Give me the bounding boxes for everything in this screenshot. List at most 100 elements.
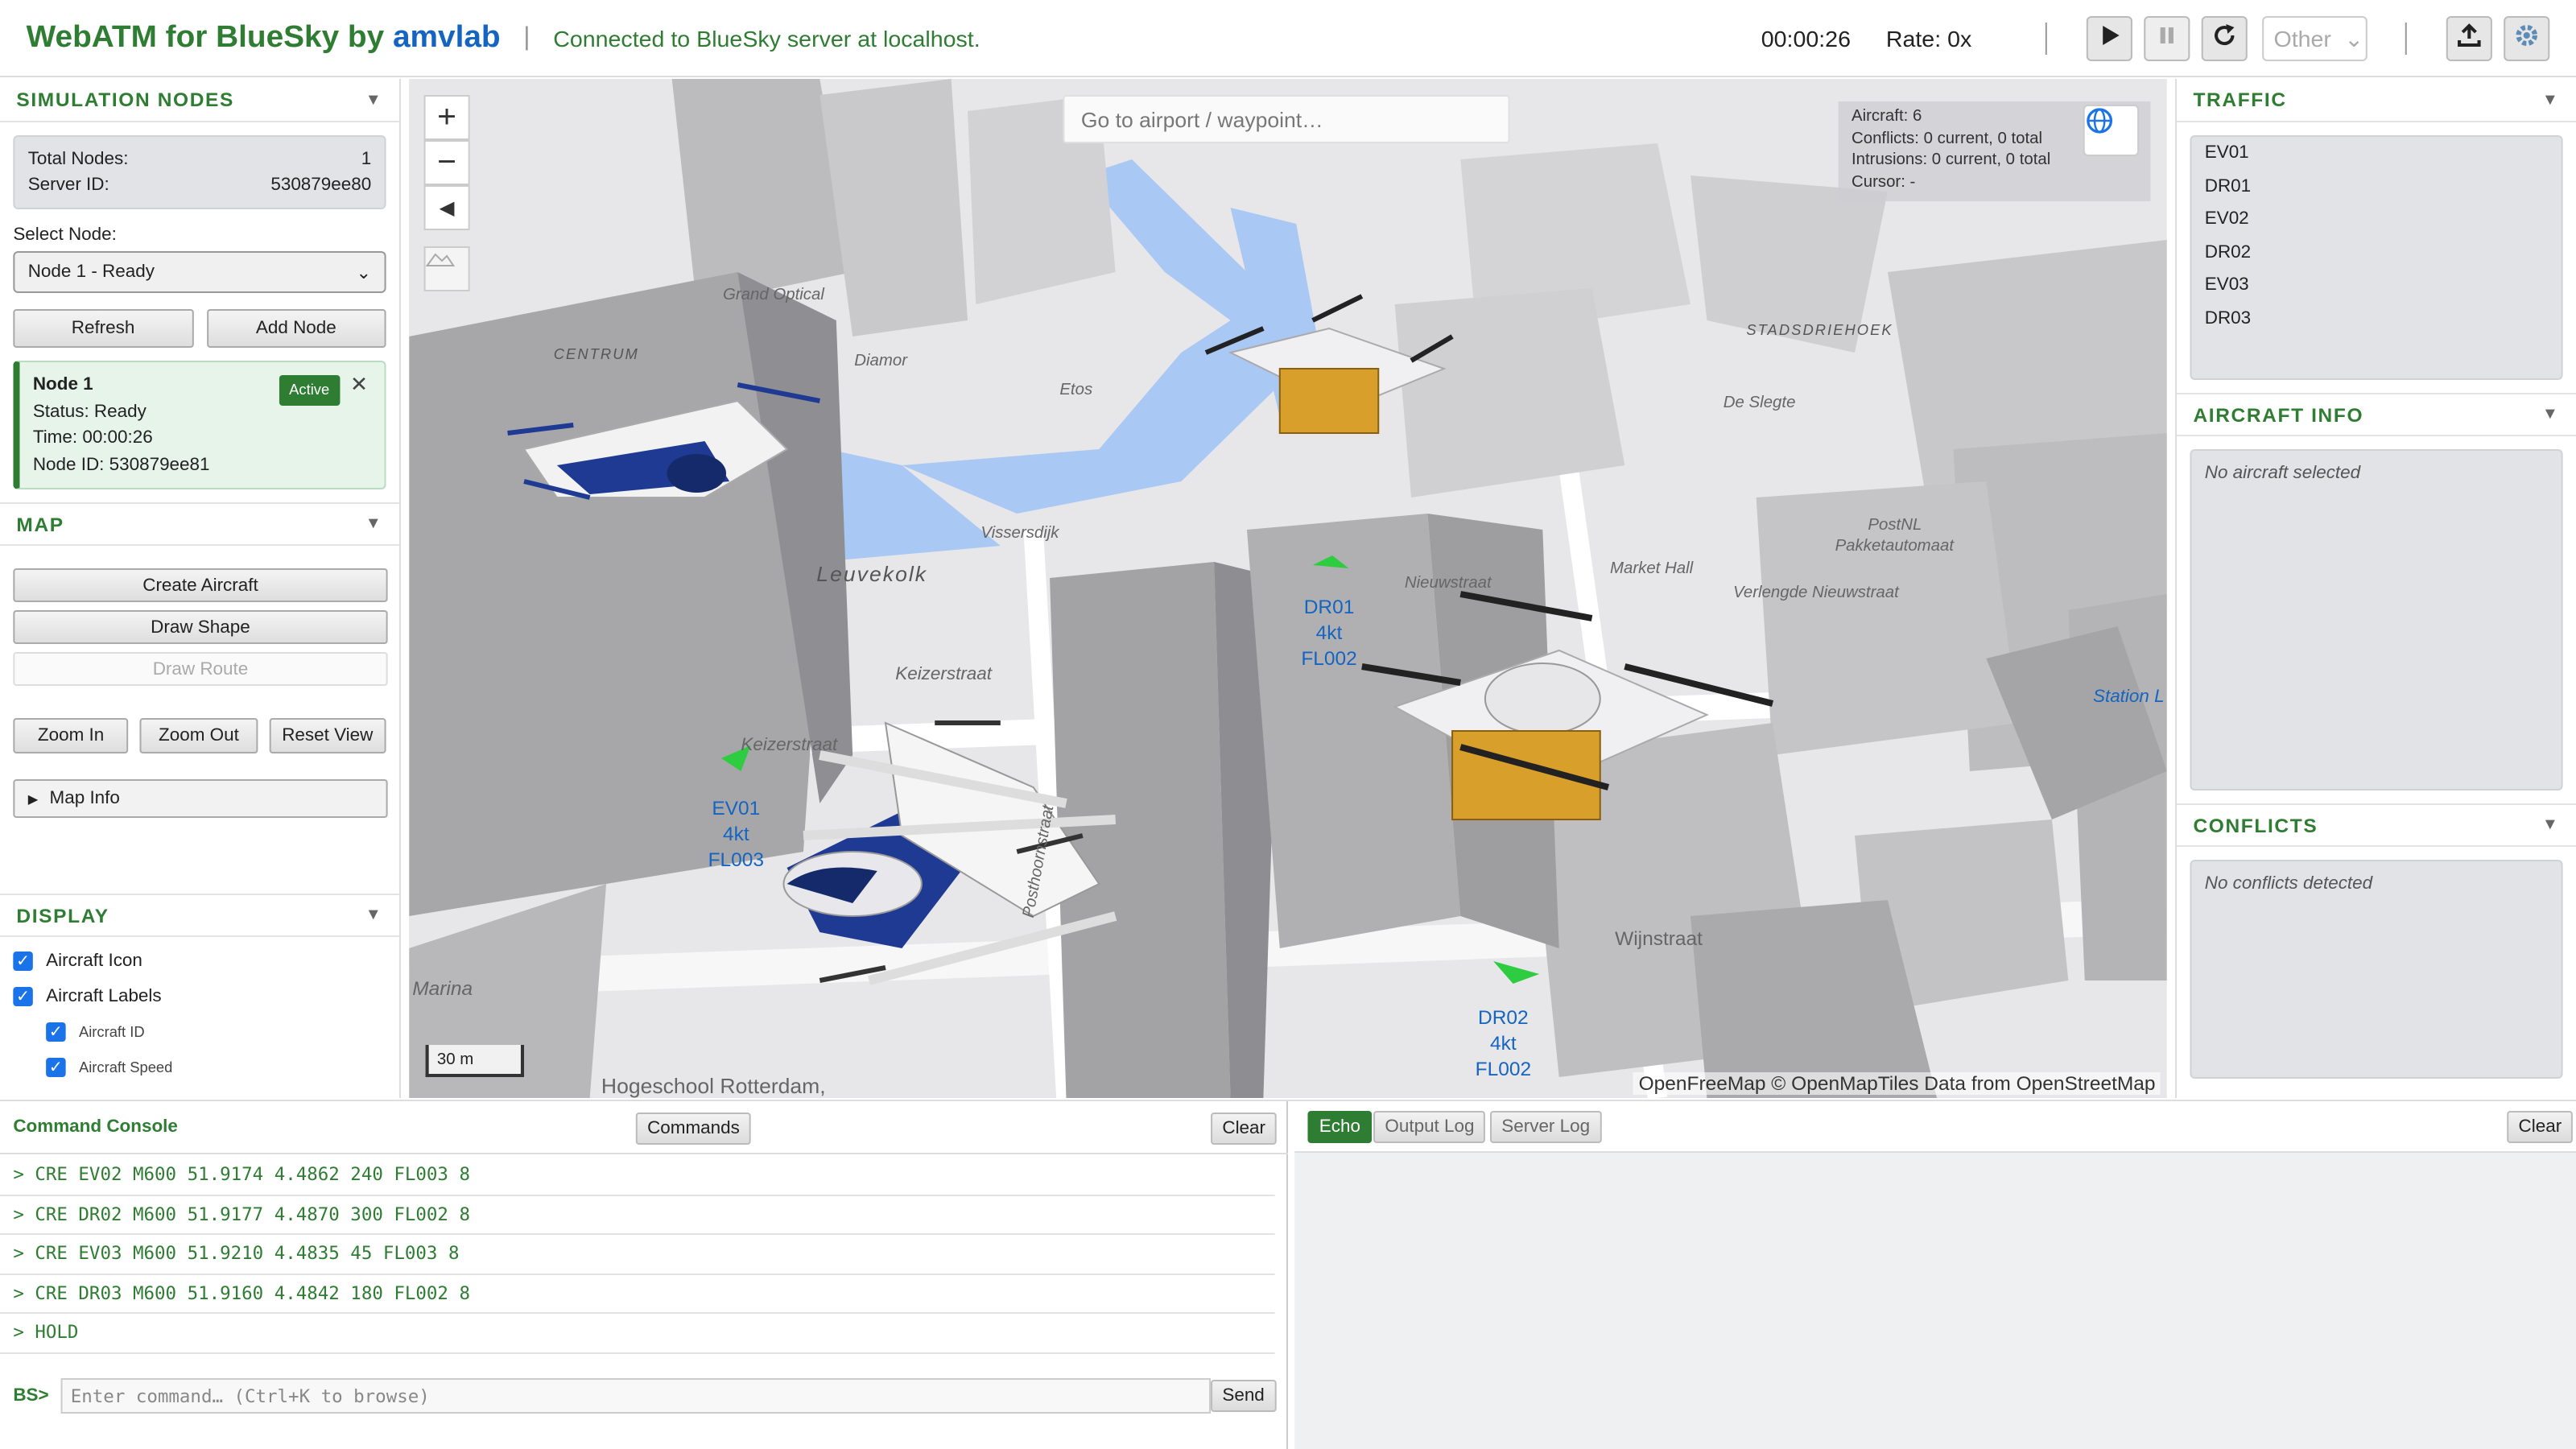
collapse-icon: ▼ (365, 91, 383, 109)
pause-button[interactable] (2144, 16, 2190, 61)
reset-view-button[interactable]: Reset View (269, 718, 386, 753)
checkbox-icon: ✓ (46, 1022, 66, 1042)
aircraft-speed-toggle[interactable]: ✓ Aircraft Speed (13, 1050, 386, 1085)
aircraft-icon-toggle[interactable]: ✓ Aircraft Icon (13, 943, 386, 979)
console-line: > CRE EV02 M600 51.9174 4.4862 240 FL003… (0, 1156, 1275, 1195)
map-info-toggle[interactable]: ▶ Map Info (13, 779, 388, 818)
brand-highlight: amvlab (392, 20, 501, 54)
conflicts-empty: No conflicts detected (2204, 874, 2373, 894)
header-divider (2045, 23, 2047, 55)
traffic-item[interactable]: DR01 (2191, 170, 2561, 203)
place-label: De Slegte (1723, 394, 1796, 412)
section-header-simulation-nodes[interactable]: SIMULATION NODES ▼ (0, 79, 399, 122)
node-select[interactable]: Node 1 - Ready ⌄ (13, 251, 386, 293)
compass-button[interactable]: ◀ (423, 185, 470, 230)
collapse-icon: ▼ (2541, 406, 2560, 423)
place-label: Market Hall (1609, 560, 1694, 578)
sim-rate: Rate: 0x (1885, 26, 1972, 52)
section-header-map[interactable]: MAP ▼ (0, 502, 399, 546)
tab-server-log[interactable]: Server Log (1490, 1111, 1602, 1143)
map-canvas (409, 79, 2167, 1098)
compass-icon: ◀ (439, 196, 455, 219)
zoom-out-button[interactable]: Zoom Out (140, 718, 258, 753)
play-button[interactable] (2086, 16, 2132, 61)
place-label: Grand Optical (722, 287, 824, 304)
waypoint-search-input[interactable]: Go to airport / waypoint… (1063, 95, 1510, 143)
send-button[interactable]: Send (1211, 1380, 1277, 1412)
aircraft-labels-toggle[interactable]: ✓ Aircraft Labels (13, 979, 386, 1014)
commands-button[interactable]: Commands (635, 1113, 752, 1145)
draw-route-button[interactable]: Draw Route (13, 652, 388, 686)
aircraft-label-ev01[interactable]: EV01 4kt FL003 (708, 795, 764, 873)
console-clear-button[interactable]: Clear (1211, 1113, 1278, 1145)
collapse-icon: ▼ (2541, 816, 2560, 834)
create-aircraft-button[interactable]: Create Aircraft (13, 568, 388, 602)
traffic-item[interactable]: DR02 (2191, 236, 2561, 269)
console-title: Command Console (13, 1117, 178, 1137)
traffic-item[interactable]: EV01 (2191, 137, 2561, 170)
plus-icon: + (437, 99, 457, 134)
upload-icon (2456, 22, 2483, 56)
chevron-down-icon: ⌄ (356, 263, 372, 283)
app-title: WebATM for BlueSky by amvlab (26, 20, 501, 54)
place-label: Nieuwstraat (1404, 575, 1492, 592)
traffic-item[interactable]: EV02 (2191, 203, 2561, 236)
close-icon[interactable]: ✕ (350, 372, 368, 398)
place-label: PostNL (1868, 517, 1922, 535)
aircraft-label-dr01[interactable]: DR01 4kt FL002 (1301, 594, 1356, 671)
place-label: Leuvekolk (816, 562, 928, 586)
checkbox-icon: ✓ (46, 1058, 66, 1077)
refresh-icon (2211, 22, 2238, 56)
add-node-button[interactable]: Add Node (206, 309, 386, 348)
section-header-conflicts[interactable]: CONFLICTS ▼ (2177, 803, 2576, 847)
other-select[interactable]: Other ⌄ (2262, 16, 2368, 61)
tab-output-log[interactable]: Output Log (1373, 1111, 1486, 1143)
place-label: Pakketautomaat (1835, 538, 1955, 555)
console-line: > CRE DR03 M600 51.9160 4.4842 180 FL002… (0, 1274, 1275, 1314)
aircraft-info-empty: No aircraft selected (2204, 464, 2361, 483)
play-icon (2098, 23, 2121, 54)
collapse-icon: ▼ (2541, 91, 2560, 109)
traffic-item[interactable]: DR03 (2191, 302, 2561, 335)
map-zoom-out-button[interactable]: − (423, 140, 470, 185)
log-panel: Echo Output Log Server Log Clear (1294, 1101, 2576, 1449)
draw-shape-button[interactable]: Draw Shape (13, 610, 388, 644)
place-label: Wijnstraat (1615, 927, 1703, 950)
aircraft-id-toggle[interactable]: ✓ Aircraft ID (13, 1014, 386, 1050)
traffic-item[interactable]: EV03 (2191, 269, 2561, 302)
log-clear-button[interactable]: Clear (2507, 1111, 2574, 1143)
server-info: Total Nodes: 1 Server ID: 530879ee80 (13, 135, 386, 209)
bottom-panel: Command Console Commands Clear > CRE EV0… (0, 1100, 2576, 1449)
node-card[interactable]: Node 1 Active ✕ Status: Ready Time: 00:0… (13, 361, 386, 489)
pause-icon (2156, 23, 2179, 54)
section-header-aircraft-info[interactable]: AIRCRAFT INFO ▼ (2177, 393, 2576, 436)
map-attribution[interactable]: OpenFreeMap © OpenMapTiles Data from Ope… (1633, 1072, 2161, 1095)
collapse-icon: ▼ (365, 515, 383, 533)
globe-button[interactable] (2083, 105, 2140, 156)
terrain-button[interactable] (423, 246, 470, 291)
select-node-label: Select Node: (13, 225, 117, 245)
map-zoom-in-button[interactable]: + (423, 95, 470, 140)
tab-echo[interactable]: Echo (1307, 1111, 1373, 1143)
place-label: Station L (2092, 687, 2165, 707)
command-console: Command Console Commands Clear > CRE EV0… (0, 1101, 1288, 1449)
server-id-value: 530879ee80 (270, 175, 372, 195)
reset-button[interactable] (2201, 16, 2248, 61)
aircraft-label-dr02[interactable]: DR02 4kt FL002 (1476, 1005, 1531, 1082)
section-header-traffic[interactable]: TRAFFIC ▼ (2177, 79, 2576, 122)
caret-right-icon: ▶ (27, 791, 39, 806)
section-header-display[interactable]: DISPLAY ▼ (0, 894, 399, 937)
refresh-button[interactable]: Refresh (13, 309, 193, 348)
conflicts-box: No conflicts detected (2190, 860, 2563, 1079)
zoom-in-button[interactable]: Zoom In (13, 718, 129, 753)
connection-status: Connected to BlueSky server at localhost… (553, 25, 980, 51)
place-label: Etos (1059, 382, 1093, 399)
checkbox-icon: ✓ (13, 952, 33, 971)
minus-icon: − (437, 144, 457, 180)
place-label: STADSDRIEHOEK (1746, 322, 1893, 338)
upload-button[interactable] (2446, 16, 2492, 61)
settings-button[interactable] (2504, 16, 2550, 61)
header-divider (2405, 23, 2407, 55)
command-input[interactable]: Enter command… (Ctrl+K to browse) (60, 1378, 1212, 1414)
map-view[interactable]: Leuvekolk Keizerstraat Keizerstraat CENT… (409, 79, 2167, 1098)
